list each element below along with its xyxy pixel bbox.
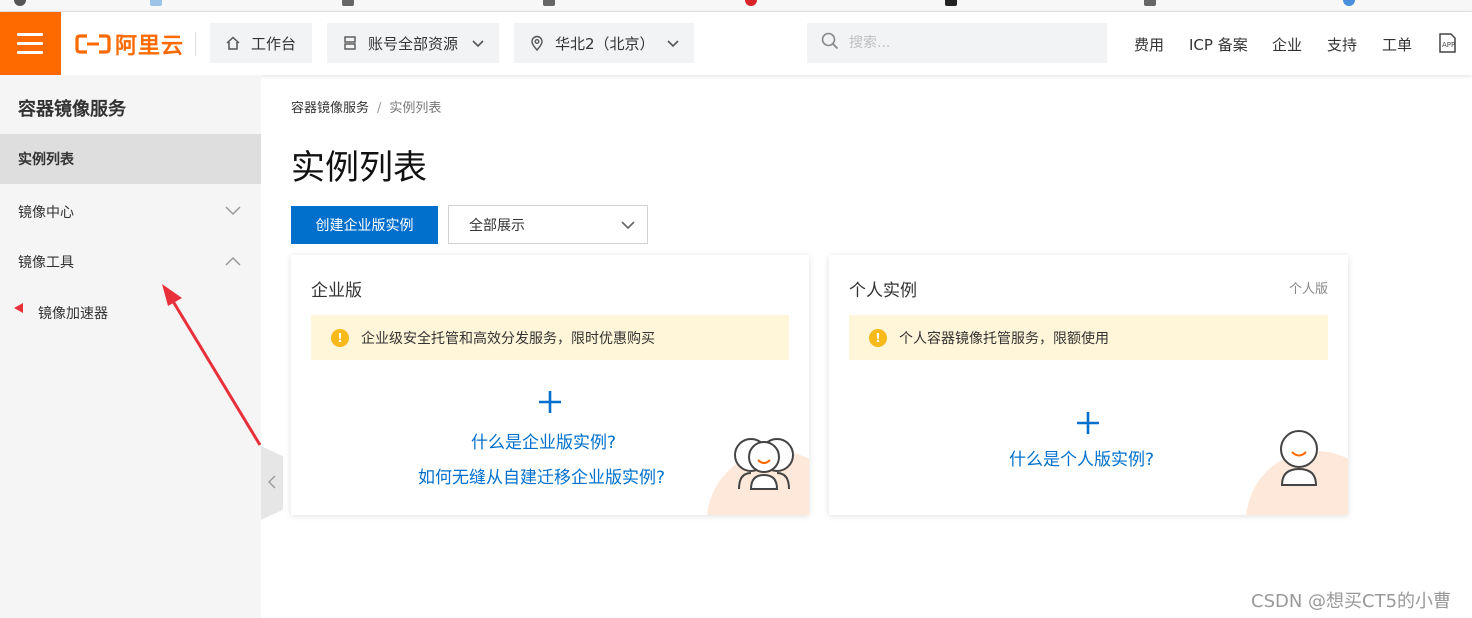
hamburger-icon-line bbox=[17, 42, 43, 45]
resources-label: 账号全部资源 bbox=[368, 34, 459, 53]
hamburger-icon-line bbox=[17, 51, 43, 54]
svg-text:APP: APP bbox=[1442, 41, 1455, 49]
nav-link-icp[interactable]: ICP 备案 bbox=[1189, 34, 1248, 55]
chevron-up-icon bbox=[225, 254, 241, 270]
add-icon[interactable] bbox=[537, 386, 563, 422]
single-user-icon bbox=[1280, 430, 1318, 486]
sidebar-item-label: 镜像工具 bbox=[18, 255, 74, 271]
watermark: CSDN @想买CT5的小曹 bbox=[1251, 591, 1452, 612]
location-pin-icon bbox=[529, 35, 545, 51]
server-icon bbox=[342, 35, 358, 51]
region-label: 华北2（北京） bbox=[555, 34, 655, 53]
chevron-left-icon bbox=[268, 474, 276, 493]
warning-icon: ! bbox=[869, 328, 887, 347]
breadcrumb-current: 实例列表 bbox=[389, 101, 442, 116]
migrate-enterprise-link[interactable]: 如何无缝从自建迁移企业版实例? bbox=[418, 463, 665, 488]
browser-tab-strip bbox=[0, 0, 1472, 12]
chevron-down-icon bbox=[472, 34, 484, 52]
region-dropdown[interactable]: 华北2（北京） bbox=[514, 23, 694, 63]
card-tag: 个人版 bbox=[1288, 282, 1328, 297]
annotation-marker-icon bbox=[14, 303, 23, 313]
nav-link-enterprise[interactable]: 企业 bbox=[1272, 34, 1302, 55]
breadcrumb: 容器镜像服务 / 实例列表 bbox=[291, 97, 441, 116]
app-icon[interactable]: APP bbox=[1437, 32, 1457, 58]
chevron-down-icon bbox=[667, 34, 679, 52]
breadcrumb-separator: / bbox=[377, 101, 382, 116]
sidebar-title: 容器镜像服务 bbox=[18, 99, 126, 120]
page-title: 实例列表 bbox=[291, 148, 427, 188]
sidebar-item-image-center[interactable]: 镜像中心 bbox=[0, 187, 261, 237]
personal-card: 个人实例 个人版 ! 个人容器镜像托管服务，限额使用 什么是个人版实例? bbox=[829, 255, 1348, 515]
notice-banner: ! 个人容器镜像托管服务，限额使用 bbox=[849, 315, 1328, 360]
search-input[interactable] bbox=[849, 35, 1089, 51]
search-icon bbox=[821, 32, 839, 54]
sidebar-subitem-image-accelerator[interactable]: 镜像加速器 bbox=[38, 303, 108, 323]
filter-select-value: 全部展示 bbox=[469, 217, 525, 234]
divider bbox=[195, 32, 196, 56]
notice-text: 企业级安全托管和高效分发服务，限时优惠购买 bbox=[361, 330, 655, 347]
aliyun-logo[interactable]: 阿里云 bbox=[75, 30, 185, 59]
menu-toggle-button[interactable] bbox=[0, 12, 61, 75]
logo-text: 阿里云 bbox=[115, 34, 185, 59]
chevron-down-icon bbox=[621, 218, 635, 234]
breadcrumb-root[interactable]: 容器镜像服务 bbox=[291, 101, 369, 116]
add-icon[interactable] bbox=[1075, 407, 1101, 443]
annotation-arrow-icon bbox=[162, 284, 262, 446]
nav-link-billing[interactable]: 费用 bbox=[1134, 34, 1164, 55]
tab-favicon[interactable] bbox=[1343, 0, 1355, 6]
notice-banner: ! 企业级安全托管和高效分发服务，限时优惠购买 bbox=[311, 315, 789, 360]
sidebar-collapse-button[interactable] bbox=[261, 446, 283, 520]
group-users-icon bbox=[734, 438, 794, 490]
what-is-enterprise-link[interactable]: 什么是企业版实例? bbox=[471, 428, 616, 453]
sidebar-item-label: 镜像中心 bbox=[18, 205, 74, 221]
aliyun-logo-icon bbox=[75, 34, 111, 54]
nav-link-ticket[interactable]: 工单 bbox=[1382, 34, 1412, 55]
nav-link-support[interactable]: 支持 bbox=[1327, 34, 1357, 55]
card-title: 企业版 bbox=[311, 281, 362, 301]
filter-select[interactable]: 全部展示 bbox=[448, 205, 648, 244]
sidebar-item-instance-list[interactable]: 实例列表 bbox=[0, 134, 261, 184]
what-is-personal-link[interactable]: 什么是个人版实例? bbox=[1009, 445, 1154, 470]
tab-favicon[interactable] bbox=[1144, 0, 1156, 6]
enterprise-card: 企业版 ! 企业级安全托管和高效分发服务，限时优惠购买 什么是企业版实例? 如何… bbox=[291, 255, 809, 515]
workbench-button[interactable]: 工作台 bbox=[210, 23, 312, 63]
card-title: 个人实例 bbox=[849, 281, 917, 301]
search-box[interactable] bbox=[807, 23, 1107, 63]
tab-favicon[interactable] bbox=[14, 0, 26, 6]
resources-dropdown[interactable]: 账号全部资源 bbox=[327, 23, 499, 63]
hamburger-icon bbox=[17, 33, 43, 36]
chevron-down-icon bbox=[225, 204, 241, 220]
workbench-label: 工作台 bbox=[251, 34, 297, 53]
notice-text: 个人容器镜像托管服务，限额使用 bbox=[899, 330, 1109, 347]
sidebar-item-label: 实例列表 bbox=[18, 152, 74, 168]
tab-favicon[interactable] bbox=[150, 0, 162, 6]
warning-icon: ! bbox=[331, 328, 349, 347]
tab-favicon[interactable] bbox=[945, 0, 957, 6]
tab-favicon[interactable] bbox=[342, 0, 354, 6]
tab-favicon[interactable] bbox=[745, 0, 757, 6]
tab-favicon[interactable] bbox=[543, 0, 555, 6]
home-icon bbox=[225, 35, 241, 51]
top-navbar: 阿里云 工作台 账号全部资源 华北2（北京） 费用 ICP 备案 企业 支持 bbox=[0, 12, 1472, 75]
create-enterprise-instance-button[interactable]: 创建企业版实例 bbox=[291, 206, 438, 244]
